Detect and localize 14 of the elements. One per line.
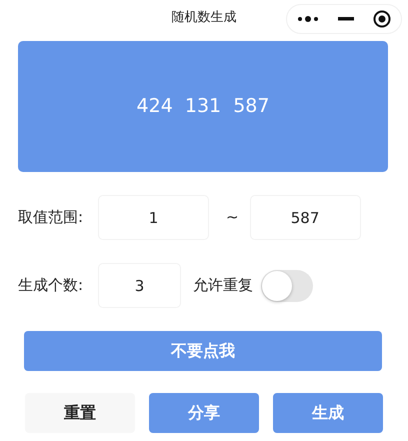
count-label: 生成个数: (18, 275, 84, 296)
repeat-label: 允许重复 (193, 275, 253, 296)
repeat-toggle[interactable] (261, 270, 313, 302)
close-icon[interactable] (373, 10, 392, 28)
range-separator: ~ (226, 207, 239, 228)
count-field[interactable]: 3 (98, 263, 181, 308)
window-title: 随机数生成 (170, 9, 238, 27)
max-field[interactable]: 587 (250, 195, 361, 240)
minimize-icon[interactable] (338, 17, 354, 21)
range-label: 取值范围: (18, 207, 84, 228)
min-field[interactable]: 1 (98, 195, 209, 240)
more-icon[interactable] (296, 15, 319, 23)
result-panel: 424 131 587 (18, 41, 388, 172)
reset-button[interactable]: 重置 (25, 393, 135, 433)
